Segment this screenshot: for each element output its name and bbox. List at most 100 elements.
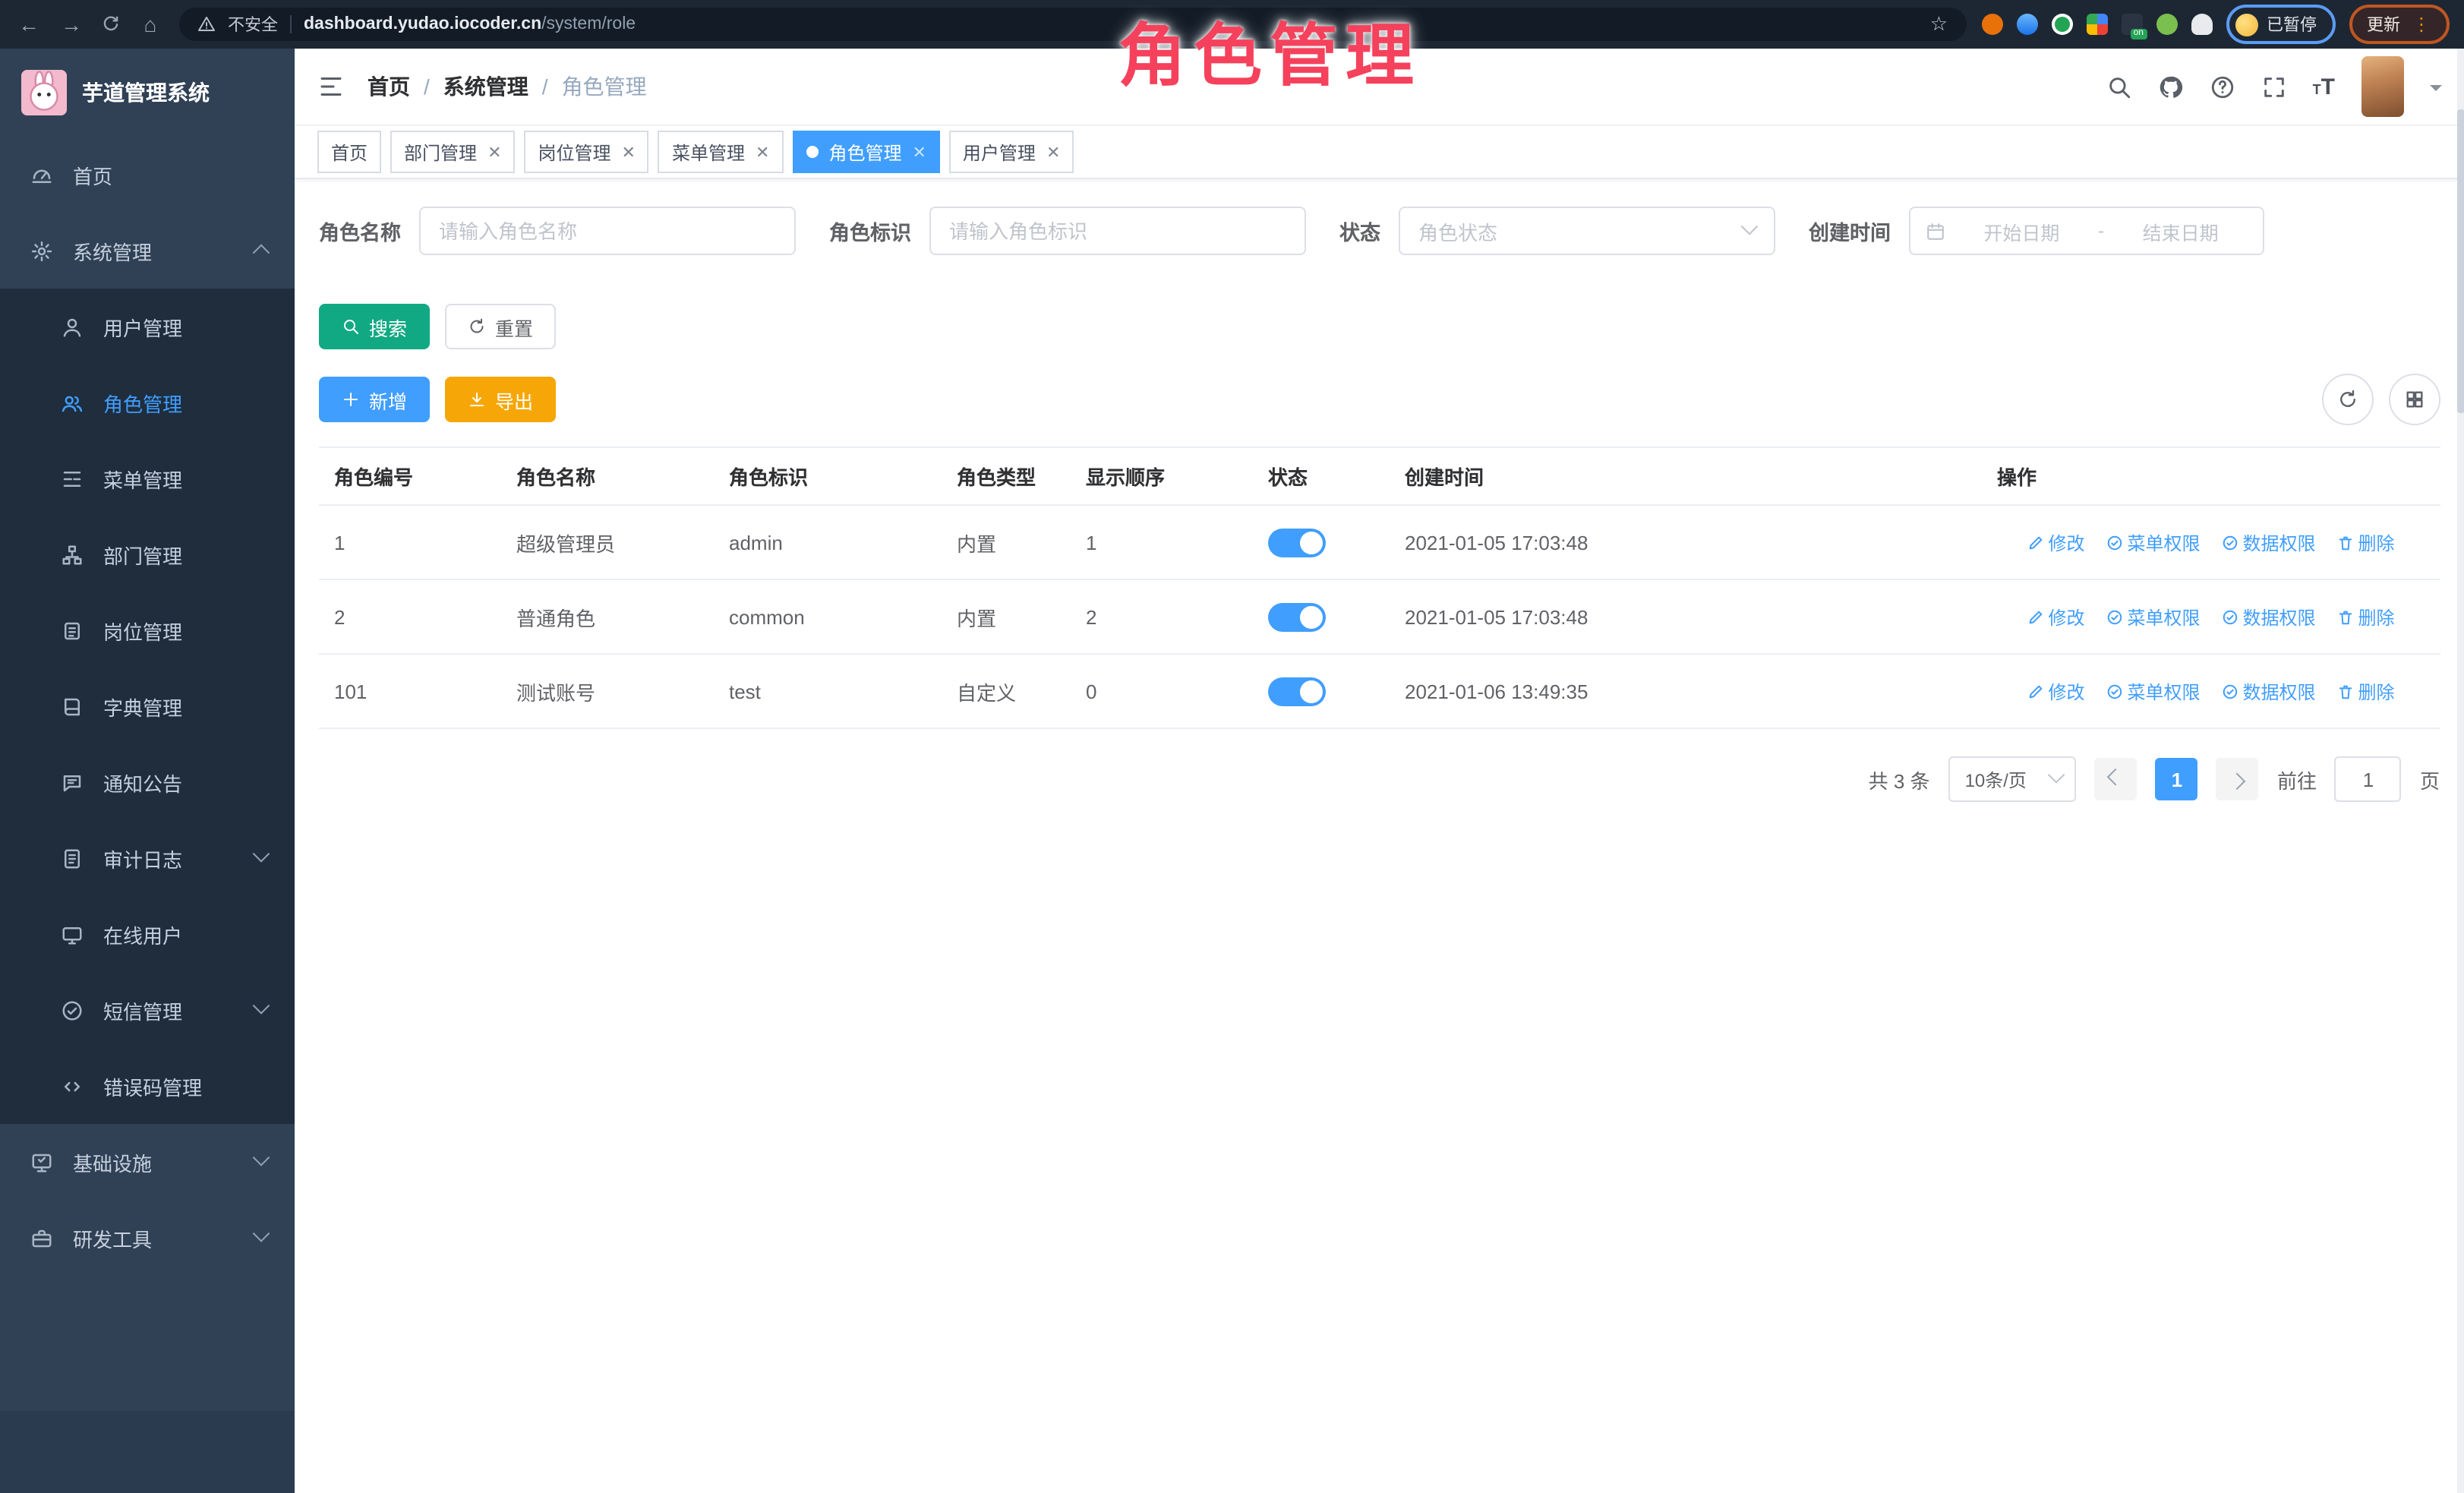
help-icon[interactable] — [2210, 74, 2235, 99]
extension-icon[interactable] — [2016, 14, 2037, 35]
screen: ← → ⌂ 不安全 dashboard.yudao.iocoder.cn/sys… — [0, 0, 2464, 1493]
extension-icon[interactable] — [2051, 14, 2072, 35]
chrome-menu-icon[interactable]: ⋮ — [2412, 14, 2431, 35]
role-name-input[interactable] — [419, 207, 796, 255]
data-perm-link[interactable]: 数据权限 — [2222, 529, 2316, 555]
extension-icon[interactable] — [1981, 14, 2002, 35]
extension-icon[interactable]: on — [2121, 14, 2142, 35]
table-row: 1 超级管理员 admin 内置 1 2021-01-05 17:03:48 修… — [319, 505, 2440, 579]
delete-link[interactable]: 删除 — [2337, 529, 2395, 555]
chevron-down-icon — [253, 845, 270, 863]
tree-icon — [61, 543, 84, 566]
sidebar-item-roles[interactable]: 角色管理 — [0, 365, 295, 440]
close-icon[interactable]: ✕ — [1046, 142, 1060, 162]
sidebar-item-system[interactable]: 系统管理 — [0, 213, 295, 289]
data-perm-link[interactable]: 数据权限 — [2222, 678, 2316, 704]
sidebar-item-online-users[interactable]: 在线用户 — [0, 896, 295, 972]
export-button[interactable]: 导出 — [445, 377, 556, 422]
status-toggle-on[interactable] — [1268, 602, 1326, 631]
hamburger-icon[interactable] — [317, 73, 345, 100]
edit-link[interactable]: 修改 — [2027, 604, 2084, 630]
menu-perm-link[interactable]: 菜单权限 — [2106, 604, 2200, 630]
close-icon[interactable]: ✕ — [912, 142, 926, 162]
scrollbar-thumb[interactable] — [2456, 109, 2464, 413]
back-icon[interactable]: ← — [15, 12, 43, 36]
close-icon[interactable]: ✕ — [487, 142, 501, 162]
goto-page-input[interactable] — [2335, 756, 2402, 802]
status-select-placeholder: 角色状态 — [1418, 216, 1497, 245]
status-toggle-on[interactable] — [1268, 677, 1326, 705]
current-page[interactable]: 1 — [2156, 758, 2198, 800]
profile-paused-chip[interactable]: 已暂停 — [2226, 5, 2335, 44]
date-range-picker[interactable]: 开始日期 - 结束日期 — [1909, 207, 2264, 255]
extension-icon[interactable] — [2086, 14, 2107, 35]
check-circle-icon — [2106, 534, 2122, 551]
bookmark-star-icon[interactable]: ☆ — [1930, 12, 1948, 36]
next-page-button[interactable] — [2216, 758, 2259, 800]
data-perm-link[interactable]: 数据权限 — [2222, 604, 2316, 630]
chevron-down-icon — [253, 997, 270, 1015]
sidebar-item-depts[interactable]: 部门管理 — [0, 516, 295, 592]
breadcrumb-system[interactable]: 系统管理 — [443, 71, 528, 102]
font-size-icon[interactable]: TT — [2313, 74, 2335, 99]
scrollbar[interactable] — [2456, 49, 2464, 1493]
github-icon[interactable] — [2158, 74, 2184, 99]
search-icon[interactable] — [2106, 74, 2132, 99]
sidebar-item-dict[interactable]: 字典管理 — [0, 668, 295, 744]
chevron-right-icon — [2229, 773, 2247, 791]
avatar[interactable] — [2361, 56, 2403, 117]
close-icon[interactable]: ✕ — [756, 142, 769, 162]
chrome-update-button[interactable]: 更新 ⋮ — [2349, 5, 2449, 44]
prev-page-button[interactable] — [2095, 758, 2137, 800]
address-bar[interactable]: 不安全 dashboard.yudao.iocoder.cn/system/ro… — [179, 8, 1966, 41]
reset-button[interactable]: 重置 — [445, 304, 556, 349]
menu-perm-link[interactable]: 菜单权限 — [2106, 678, 2200, 704]
role-key-input[interactable] — [929, 207, 1306, 255]
delete-link[interactable]: 删除 — [2337, 604, 2395, 630]
menu-perm-link[interactable]: 菜单权限 — [2106, 529, 2200, 555]
avatar-caret-icon[interactable] — [2429, 84, 2441, 96]
annotation-title: 角色管理 — [1118, 0, 1421, 99]
delete-link[interactable]: 删除 — [2337, 678, 2395, 704]
breadcrumb-home[interactable]: 首页 — [368, 71, 410, 102]
tag-role[interactable]: 角色管理✕ — [792, 131, 939, 173]
refresh-table-button[interactable] — [2321, 374, 2373, 425]
sidebar-item-dev-tools[interactable]: 研发工具 — [0, 1200, 295, 1276]
home-icon[interactable]: ⌂ — [137, 12, 164, 36]
add-button[interactable]: 新增 — [319, 377, 430, 422]
tag-home[interactable]: 首页 — [317, 131, 381, 173]
edit-link[interactable]: 修改 — [2027, 529, 2084, 555]
tag-user[interactable]: 用户管理✕ — [949, 131, 1074, 173]
status-toggle-on[interactable] — [1268, 528, 1326, 557]
sidebar-item-users[interactable]: 用户管理 — [0, 289, 295, 365]
sidebar-item-infra[interactable]: 基础设施 — [0, 1124, 295, 1200]
logo-area[interactable]: 芋道管理系统 — [0, 49, 295, 137]
close-icon[interactable]: ✕ — [622, 142, 636, 162]
forward-icon[interactable]: → — [58, 12, 85, 36]
extension-icon[interactable] — [2156, 14, 2177, 35]
tag-post[interactable]: 岗位管理✕ — [525, 131, 649, 173]
sidebar-item-sms[interactable]: 短信管理 — [0, 972, 295, 1048]
sidebar-item-error-code[interactable]: 错误码管理 — [0, 1048, 295, 1124]
status-select[interactable]: 角色状态 — [1399, 207, 1775, 255]
search-button[interactable]: 搜索 — [319, 304, 430, 349]
tag-menu[interactable]: 菜单管理✕ — [658, 131, 783, 173]
edit-link[interactable]: 修改 — [2027, 678, 2084, 704]
column-settings-button[interactable] — [2388, 374, 2440, 425]
sidebar-item-posts[interactable]: 岗位管理 — [0, 592, 295, 668]
table-header-row: 角色编号 角色名称 角色标识 角色类型 显示顺序 状态 创建时间 操作 — [319, 447, 2440, 505]
sidebar-item-audit-log[interactable]: 审计日志 — [0, 820, 295, 896]
url-divider — [290, 15, 292, 33]
role-key-label: 角色标识 — [829, 216, 911, 246]
sidebar-footer — [0, 1411, 295, 1493]
reload-icon[interactable] — [100, 14, 121, 35]
extension-icon[interactable] — [2191, 14, 2212, 35]
sidebar-item-menus[interactable]: 菜单管理 — [0, 440, 295, 516]
sidebar-item-notice[interactable]: 通知公告 — [0, 744, 295, 820]
tag-dept[interactable]: 部门管理✕ — [390, 131, 515, 173]
fullscreen-icon[interactable] — [2261, 74, 2287, 99]
sidebar-item-home[interactable]: 首页 — [0, 137, 295, 213]
total-count: 共 3 条 — [1869, 765, 1930, 794]
status-label: 状态 — [1339, 216, 1380, 246]
page-size-select[interactable]: 10条/页 — [1948, 756, 2077, 802]
